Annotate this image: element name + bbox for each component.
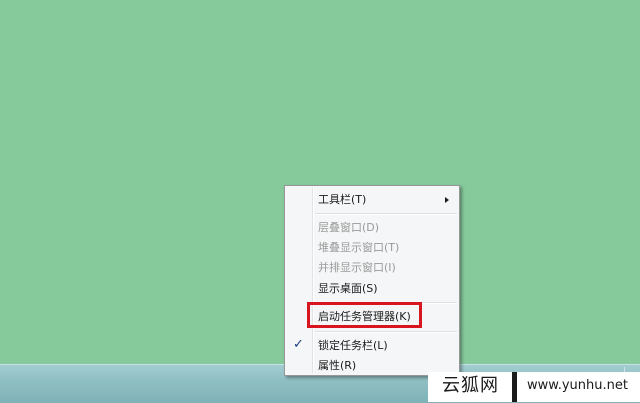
- menu-item-label: 堆叠显示窗口(T): [318, 241, 400, 254]
- menu-item-label: 锁定任务栏(L): [318, 339, 388, 352]
- menu-item-label: 并排显示窗口(I): [318, 261, 396, 274]
- taskbar-context-menu: 工具栏(T) 层叠窗口(D) 堆叠显示窗口(T) 并排显示窗口(I) 显示桌面(…: [284, 185, 460, 376]
- menu-item-toolbars[interactable]: 工具栏(T): [287, 190, 457, 210]
- watermark: 云狐网 www.yunhu.net: [428, 372, 640, 402]
- menu-item-cascade-windows[interactable]: 层叠窗口(D): [287, 218, 457, 238]
- submenu-arrow-icon: [445, 197, 449, 203]
- menu-item-label: 工具栏(T): [318, 193, 367, 206]
- watermark-separator: [512, 372, 517, 402]
- checkmark-icon: ✓: [293, 337, 304, 352]
- menu-item-show-desktop[interactable]: 显示桌面(S): [287, 279, 457, 299]
- menu-separator: [315, 213, 457, 215]
- watermark-site-name: 云狐网: [442, 375, 499, 396]
- menu-item-show-windows-stacked[interactable]: 堆叠显示窗口(T): [287, 238, 457, 258]
- menu-separator: [315, 331, 457, 333]
- menu-item-label: 显示桌面(S): [318, 282, 378, 295]
- menu-item-label: 属性(R): [318, 359, 357, 372]
- menu-item-lock-taskbar[interactable]: ✓ 锁定任务栏(L): [287, 336, 457, 356]
- annotation-highlight-box: [307, 302, 422, 328]
- menu-item-label: 层叠窗口(D): [318, 221, 380, 234]
- menu-item-show-windows-side-by-side[interactable]: 并排显示窗口(I): [287, 258, 457, 278]
- watermark-url: www.yunhu.net: [527, 378, 628, 393]
